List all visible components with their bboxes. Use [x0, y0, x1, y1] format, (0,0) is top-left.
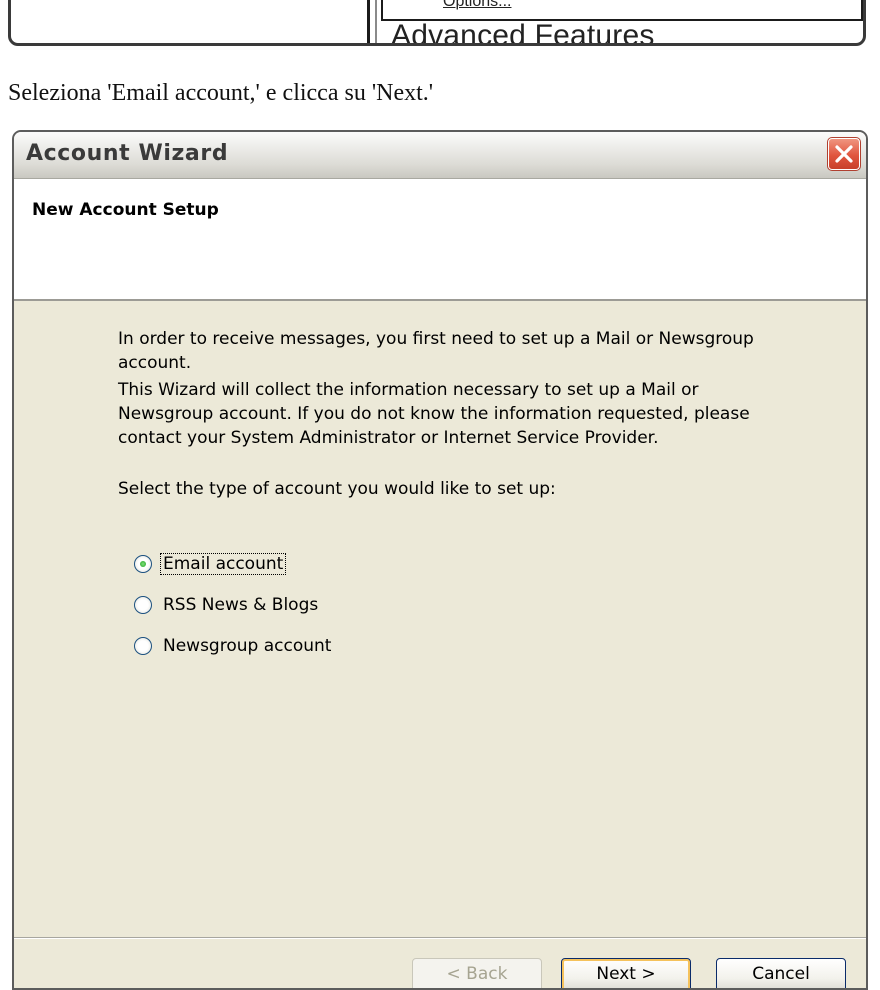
title-bar[interactable]: Account Wizard: [14, 132, 866, 179]
page-title: New Account Setup: [32, 200, 219, 220]
close-button[interactable]: [827, 137, 861, 171]
option-rss-news-blogs[interactable]: RSS News & Blogs: [134, 592, 320, 618]
radio-button-icon[interactable]: [134, 596, 152, 614]
option-label[interactable]: Newsgroup account: [161, 636, 333, 656]
account-wizard-dialog: Account Wizard New Account Setup In orde…: [12, 130, 868, 990]
cancel-button[interactable]: Cancel: [716, 958, 846, 988]
panel-divider: [367, 0, 370, 43]
wizard-header: New Account Setup: [14, 179, 866, 301]
option-label[interactable]: RSS News & Blogs: [161, 595, 320, 615]
instruction-caption: Seleziona 'Email account,' e clicca su '…: [8, 80, 434, 106]
option-email-account[interactable]: Email account: [134, 551, 287, 577]
footer-divider: [14, 937, 866, 939]
option-newsgroup-account[interactable]: Newsgroup account: [134, 633, 333, 659]
select-prompt: Select the type of account you would lik…: [118, 479, 556, 499]
advanced-features-heading: Advanced Features: [391, 19, 655, 46]
menu-item-options[interactable]: Options...: [443, 0, 511, 11]
previous-window-fragment: Options... Advanced Features: [8, 0, 866, 46]
back-button[interactable]: < Back: [412, 958, 542, 988]
window-title: Account Wizard: [26, 141, 229, 166]
radio-button-icon[interactable]: [134, 637, 152, 655]
next-button[interactable]: Next >: [561, 958, 691, 988]
close-icon: [835, 145, 853, 163]
radio-button-checked-icon[interactable]: [134, 555, 152, 573]
option-label[interactable]: Email account: [159, 553, 287, 575]
info-text: This Wizard will collect the information…: [118, 380, 750, 448]
wizard-body: In order to receive messages, you first …: [14, 301, 866, 801]
intro-text: In order to receive messages, you first …: [118, 329, 754, 373]
menu-panel: Options...: [381, 0, 863, 21]
panel-divider-shadow: [375, 0, 377, 43]
